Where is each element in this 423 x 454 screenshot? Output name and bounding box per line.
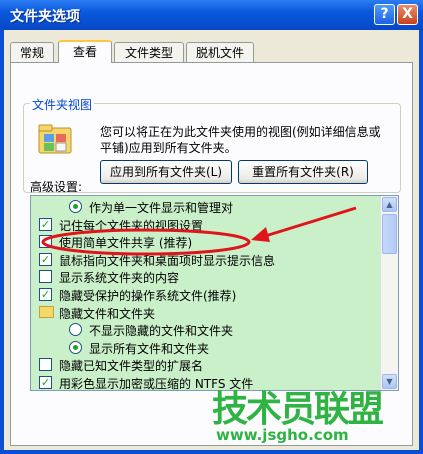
pointer-arrow-line [261,206,357,239]
folder-options-window: 文件夹选项 ? X 常规 查看 文件类型 脱机文件 文件夹视图 您可以将正在为此… [0,0,423,454]
tab-view[interactable]: 查看 [58,40,112,63]
title-bar: 文件夹选项 ? X [0,0,423,30]
close-button[interactable]: X [397,4,418,25]
watermark: 技术员联盟 www.jsgho.com [212,380,412,452]
window-title: 文件夹选项 [10,9,80,25]
watermark-url: www.jsgho.com [216,426,349,444]
pointer-arrow-head [251,227,270,242]
highlight-ellipse [41,228,251,256]
help-button[interactable]: ? [374,4,395,25]
watermark-logo: 技术员联盟 [212,389,384,430]
